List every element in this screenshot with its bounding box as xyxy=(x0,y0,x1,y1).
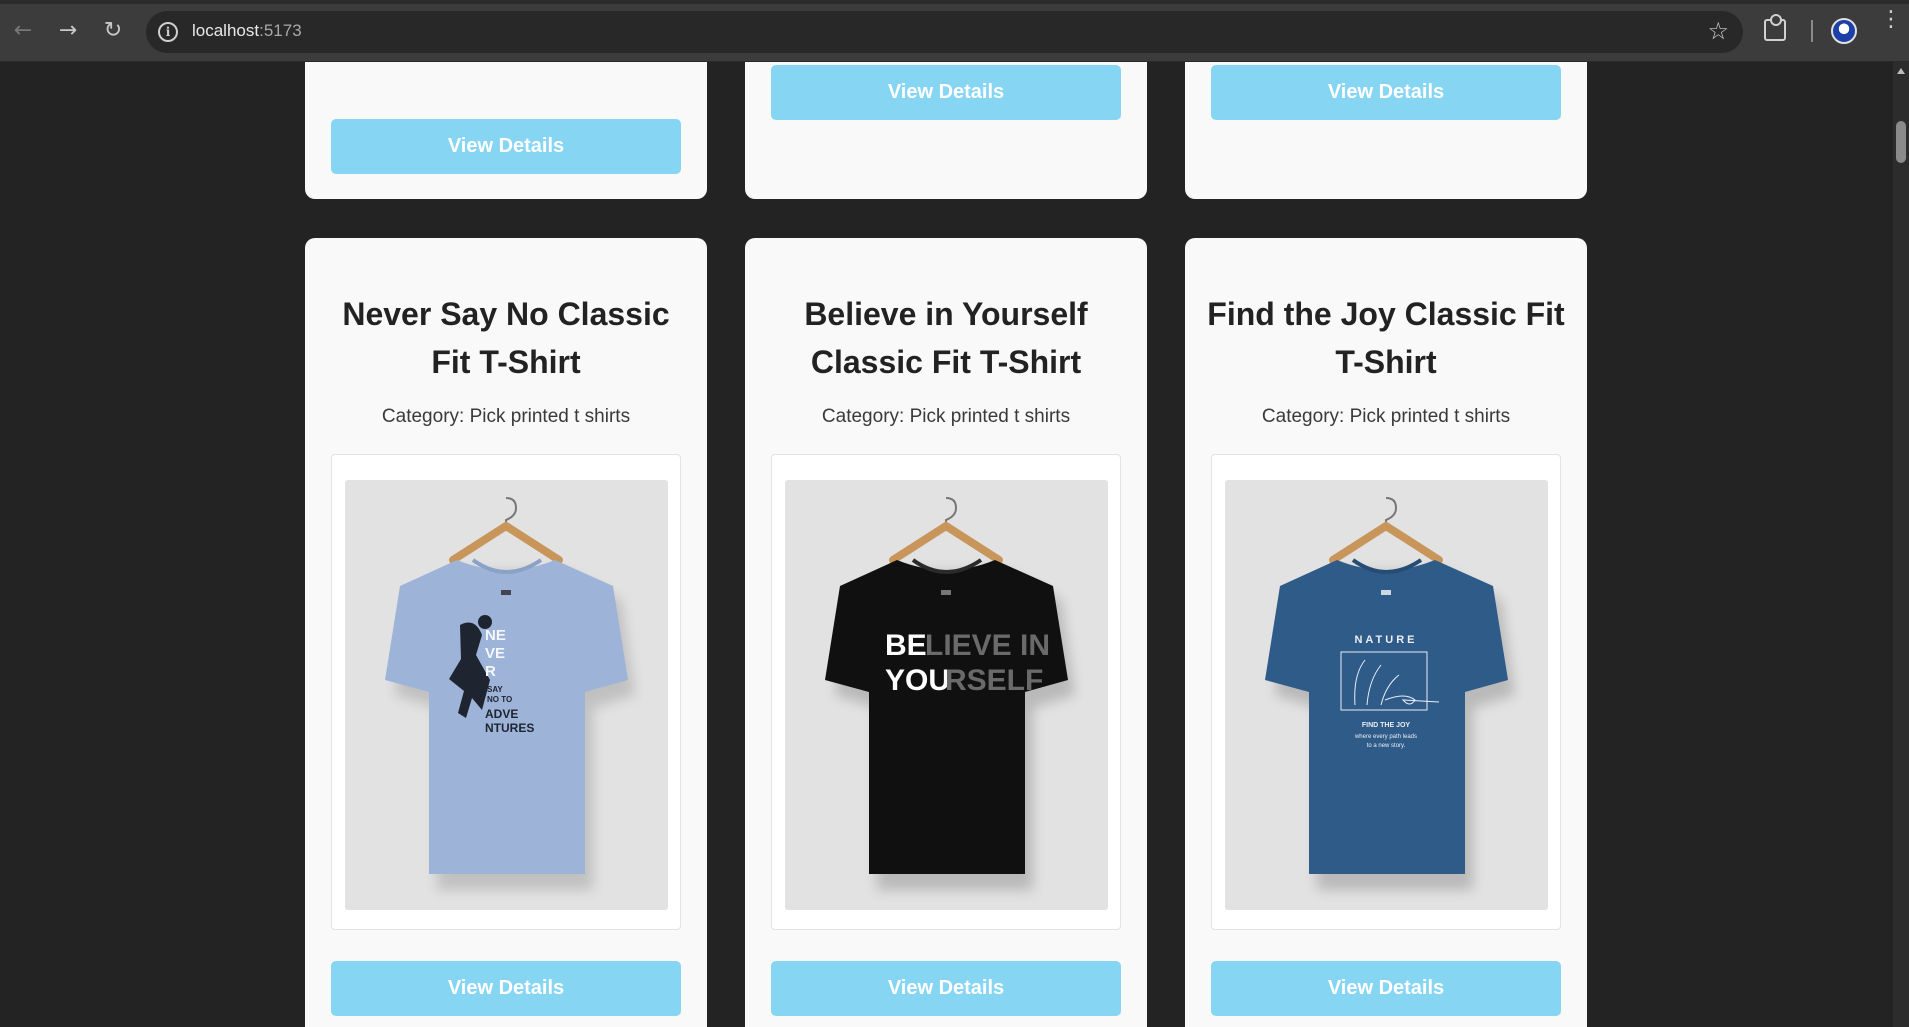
svg-text:ADVE: ADVE xyxy=(485,707,518,721)
svg-text:LIEVE IN: LIEVE IN xyxy=(925,629,1050,662)
bookmark-star-icon[interactable]: ☆ xyxy=(1707,17,1729,45)
product-image[interactable]: NATURE FIND THE JOY where every path lea… xyxy=(1225,480,1548,910)
view-details-button[interactable]: View Details xyxy=(1211,961,1561,1016)
svg-text:to a new story.: to a new story. xyxy=(1367,743,1406,749)
kebab-menu-icon[interactable]: ⋮ xyxy=(1880,9,1902,31)
product-image-frame: NATURE FIND THE JOY where every path lea… xyxy=(1211,454,1561,930)
svg-text:VE: VE xyxy=(485,645,505,662)
product-image[interactable]: NE VE R SAY NO TO ADVE NTURES xyxy=(345,480,668,910)
reload-icon[interactable]: ↻ xyxy=(98,16,128,46)
svg-text:RSELF: RSELF xyxy=(945,664,1043,697)
browser-toolbar: ← → ↻ i localhost:5173 ☆ ⋮ xyxy=(0,0,1909,62)
product-image-frame: BE LIEVE IN YOU RSELF xyxy=(771,454,1121,930)
svg-text:BE: BE xyxy=(885,629,927,662)
scrollbar-thumb[interactable] xyxy=(1896,121,1906,163)
forward-arrow-icon[interactable]: → xyxy=(53,16,83,46)
back-arrow-icon[interactable]: ← xyxy=(8,16,38,46)
svg-text:where every path leads: where every path leads xyxy=(1354,734,1417,740)
product-card: View Details xyxy=(1185,62,1587,199)
tab-strip-edge xyxy=(0,0,1909,4)
svg-text:SAY: SAY xyxy=(487,685,503,694)
product-title: Never Say No Classic Fit T-Shirt xyxy=(342,296,670,380)
url-port: :5173 xyxy=(259,21,302,40)
product-category: Category: Pick printed t shirts xyxy=(821,406,1071,427)
view-details-button[interactable]: View Details xyxy=(331,961,681,1016)
page-viewport: View Details View Details View Details N… xyxy=(0,62,1893,1027)
svg-text:FIND THE JOY: FIND THE JOY xyxy=(1362,722,1411,729)
product-category: Category: Pick printed t shirts xyxy=(381,406,631,427)
view-details-button[interactable]: View Details xyxy=(771,65,1121,120)
view-details-button[interactable]: View Details xyxy=(771,961,1121,1016)
svg-text:NO TO: NO TO xyxy=(487,695,512,704)
scroll-up-arrow-icon[interactable] xyxy=(1897,68,1905,74)
vertical-scrollbar[interactable] xyxy=(1893,62,1909,1027)
product-card: View Details xyxy=(745,62,1147,199)
profile-avatar-icon[interactable] xyxy=(1831,18,1857,44)
product-card: Never Say No Classic Fit T-Shirt Categor… xyxy=(305,238,707,1027)
address-bar[interactable]: i localhost:5173 ☆ xyxy=(146,11,1743,53)
product-title: Believe in Yourself Classic Fit T-Shirt xyxy=(804,296,1088,380)
url-host: localhost xyxy=(192,21,260,40)
svg-text:NE: NE xyxy=(485,627,506,644)
product-category: Category: Pick printed t shirts xyxy=(1261,406,1511,427)
extensions-icon[interactable] xyxy=(1764,14,1786,41)
svg-text:YOU: YOU xyxy=(885,664,950,697)
site-info-icon[interactable]: i xyxy=(158,22,178,42)
view-details-button[interactable]: View Details xyxy=(331,119,681,174)
product-image-frame: NE VE R SAY NO TO ADVE NTURES xyxy=(331,454,681,930)
product-card: View Details xyxy=(305,62,707,199)
svg-text:NATURE: NATURE xyxy=(1354,634,1417,646)
view-details-button[interactable]: View Details xyxy=(1211,65,1561,120)
product-card: Find the Joy Classic Fit T-Shirt Categor… xyxy=(1185,238,1587,1027)
product-card: Believe in Yourself Classic Fit T-Shirt … xyxy=(745,238,1147,1027)
product-image[interactable]: BE LIEVE IN YOU RSELF xyxy=(785,480,1108,910)
toolbar-separator xyxy=(1811,20,1813,42)
svg-text:NTURES: NTURES xyxy=(485,721,534,735)
svg-text:R: R xyxy=(485,663,496,680)
url-text[interactable]: localhost:5173 xyxy=(192,21,302,41)
product-title: Find the Joy Classic Fit T-Shirt xyxy=(1207,296,1565,380)
